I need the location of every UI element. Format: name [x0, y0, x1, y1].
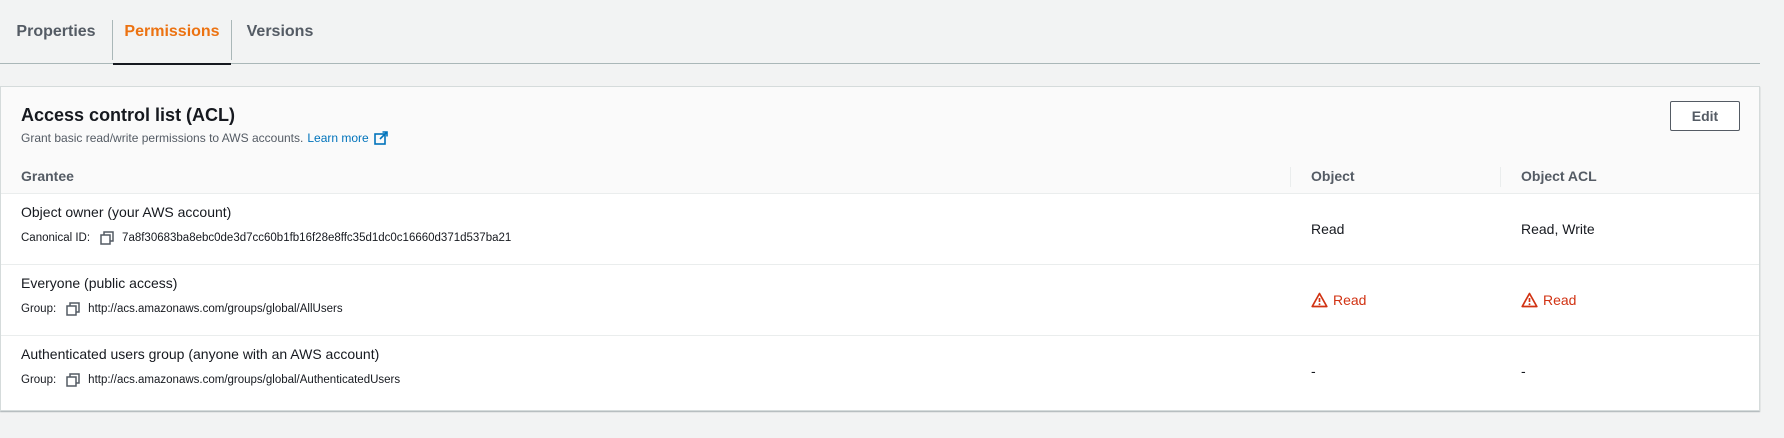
- acl-panel: Access control list (ACL) Grant basic re…: [0, 86, 1760, 411]
- grantee-identifier: Group: http://acs.amazonaws.com/groups/g…: [21, 373, 400, 387]
- identifier-value: 7a8f30683ba8ebc0de3d7cc60b1fb16f28e8ffc3…: [122, 232, 512, 244]
- grantee-identifier: Canonical ID: 7a8f30683ba8ebc0de3d7cc60b…: [21, 231, 511, 245]
- tab-permissions[interactable]: Permissions: [113, 0, 231, 65]
- identifier-value: http://acs.amazonaws.com/groups/global/A…: [88, 303, 343, 315]
- external-link-icon: [373, 131, 388, 145]
- copy-icon[interactable]: [100, 231, 114, 245]
- object-permission: Read: [1311, 221, 1345, 237]
- warning-icon: [1311, 292, 1328, 308]
- column-header-object: Object: [1311, 168, 1355, 184]
- column-header-grantee: Grantee: [21, 168, 74, 184]
- table-row: Object owner (your AWS account) Canonica…: [1, 194, 1759, 265]
- grantee-identifier: Group: http://acs.amazonaws.com/groups/g…: [21, 302, 343, 316]
- acl-panel-header: Access control list (ACL) Grant basic re…: [1, 87, 1759, 194]
- object-acl-permission: Read: [1521, 292, 1576, 308]
- panel-title: Access control list (ACL): [21, 105, 236, 125]
- tab-bar: Properties Permissions Versions: [0, 0, 1760, 65]
- identifier-label: Canonical ID:: [21, 232, 91, 244]
- column-divider: [1290, 167, 1291, 187]
- copy-icon[interactable]: [66, 302, 80, 316]
- grantee-name: Object owner (your AWS account): [21, 204, 232, 220]
- tab-properties[interactable]: Properties: [0, 0, 112, 64]
- grantee-name: Authenticated users group (anyone with a…: [21, 346, 380, 362]
- copy-icon[interactable]: [66, 373, 80, 387]
- learn-more-label: Learn more: [307, 131, 369, 145]
- tab-permissions-label: Permissions: [124, 23, 220, 40]
- warning-icon: [1521, 292, 1538, 308]
- object-permission: Read: [1311, 292, 1366, 308]
- column-header-object-acl: Object ACL: [1521, 168, 1597, 184]
- tab-properties-label: Properties: [16, 23, 96, 40]
- edit-button[interactable]: Edit: [1670, 101, 1740, 131]
- tab-versions-label: Versions: [246, 23, 314, 40]
- identifier-value: http://acs.amazonaws.com/groups/global/A…: [88, 374, 401, 386]
- object-acl-permission-text: Read: [1543, 292, 1577, 308]
- object-permission-text: Read: [1333, 292, 1367, 308]
- object-acl-permission: Read, Write: [1521, 221, 1595, 237]
- object-permission: -: [1311, 363, 1316, 379]
- column-divider: [1500, 167, 1501, 187]
- object-acl-permission: -: [1521, 363, 1526, 379]
- grantee-name: Everyone (public access): [21, 275, 178, 291]
- table-row: Everyone (public access) Group: http://a…: [1, 265, 1759, 336]
- identifier-label: Group:: [21, 374, 57, 386]
- panel-description-text: Grant basic read/write permissions to AW…: [21, 131, 304, 145]
- panel-description: Grant basic read/write permissions to AW…: [21, 131, 388, 145]
- identifier-label: Group:: [21, 303, 57, 315]
- tab-versions[interactable]: Versions: [232, 0, 328, 64]
- learn-more-link[interactable]: Learn more: [307, 131, 388, 145]
- table-row: Authenticated users group (anyone with a…: [1, 336, 1759, 407]
